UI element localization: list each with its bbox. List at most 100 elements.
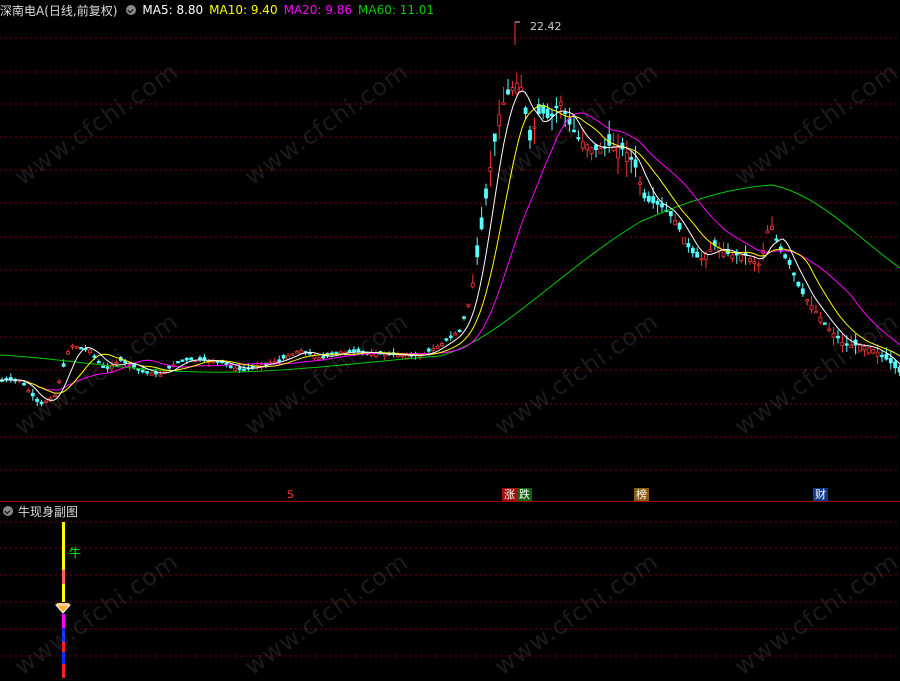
candle-body [80, 348, 83, 350]
candle-body [696, 252, 699, 257]
signal-bar-segment [62, 584, 65, 602]
candle-body [885, 354, 888, 359]
candle-body [771, 226, 774, 229]
sub-indicator-chart[interactable]: 牛 [0, 502, 900, 678]
candle-body [894, 362, 897, 368]
candle-body [89, 350, 92, 353]
candle-body [137, 369, 140, 371]
event-rank[interactable]: 榜 [634, 488, 649, 501]
candle-body [441, 344, 444, 346]
candle-body [181, 360, 184, 362]
candle-body [291, 354, 294, 356]
candle-body [397, 355, 400, 357]
candle-body [348, 350, 351, 352]
event-fall[interactable]: 跌 [517, 488, 532, 501]
candle-body [784, 255, 787, 258]
signal-bar [62, 522, 65, 678]
signal-bar-segment [62, 642, 65, 652]
candle-body [581, 142, 584, 148]
candle-body [190, 358, 193, 360]
candle-body [889, 358, 892, 362]
event-rise[interactable]: 涨 [502, 488, 517, 501]
candle-body [401, 355, 404, 357]
candle-body [705, 254, 708, 259]
candle-body [273, 361, 276, 363]
candle-body [837, 336, 840, 338]
candle-body [559, 102, 562, 106]
candle-body [687, 244, 690, 247]
candle-body [141, 370, 144, 372]
bull-signal-label: 牛 [69, 545, 81, 560]
candle-body [36, 399, 39, 401]
candle-body [859, 345, 862, 351]
candle-body [700, 258, 703, 260]
candle-body [674, 220, 677, 224]
sub-indicator-menu-icon[interactable] [3, 506, 13, 516]
candlestick-chart[interactable]: 22.42 [0, 0, 900, 502]
candle-body [586, 145, 589, 150]
sub-grid-lines [0, 522, 900, 656]
candle-body [709, 250, 712, 252]
candle-body [828, 329, 831, 331]
candle-body [243, 369, 246, 371]
candle-body [23, 383, 26, 385]
candle-body [652, 197, 655, 203]
sub-panel-header: 牛现身副图 [0, 502, 78, 520]
candle-body [427, 349, 430, 351]
candle-body [564, 112, 567, 114]
candle-body [229, 366, 232, 368]
candle-body [555, 106, 558, 108]
candle-body [375, 354, 378, 357]
candle-body [67, 352, 70, 354]
candle-body [872, 349, 875, 353]
candle-body [313, 356, 316, 358]
candle-body [159, 375, 162, 377]
candle-body [678, 223, 681, 229]
candle-body [577, 138, 580, 140]
signal-bar-segment [62, 547, 65, 570]
candle-body [476, 246, 479, 257]
candle-body [31, 393, 34, 396]
candle-body [876, 352, 879, 356]
candle-body [185, 358, 188, 360]
candle-body [493, 134, 496, 141]
candle-body [797, 282, 800, 286]
candle-body [489, 168, 492, 172]
candle-body [498, 115, 501, 126]
candle-body [775, 239, 778, 241]
candle-body [740, 255, 743, 260]
sub-panel-title: 牛现身副图 [18, 503, 78, 520]
candle-body [806, 300, 809, 302]
candle-body [445, 339, 448, 341]
candle-body [93, 356, 96, 358]
candle-body [282, 356, 285, 359]
candle-body [841, 342, 844, 345]
candle-body [432, 349, 435, 351]
candle-body [573, 130, 576, 132]
candle-body [436, 346, 439, 348]
event-finance[interactable]: 财 [813, 488, 828, 501]
candle-body [467, 305, 470, 307]
candle-body [850, 345, 853, 347]
candle-body [471, 283, 474, 287]
candle-body [71, 346, 74, 348]
candle-body [454, 334, 457, 336]
candle-body [485, 189, 488, 198]
signal-bar-segment [62, 652, 65, 664]
candle-body [322, 357, 325, 359]
peak-marker: 22.42 [515, 20, 562, 45]
peak-label: 22.42 [530, 20, 562, 33]
candle-body [647, 196, 650, 201]
signal-bar-segment [62, 628, 65, 642]
candle-body [546, 109, 549, 118]
event-s[interactable]: S [285, 488, 296, 501]
candle-body [40, 402, 43, 404]
candle-body [793, 273, 796, 275]
candle-body [53, 395, 56, 397]
candle-body [524, 108, 527, 114]
candle-body [177, 361, 180, 363]
candle-body [630, 157, 633, 159]
candle-body [669, 211, 672, 215]
candle-body [146, 372, 149, 374]
candle-body [529, 130, 532, 140]
